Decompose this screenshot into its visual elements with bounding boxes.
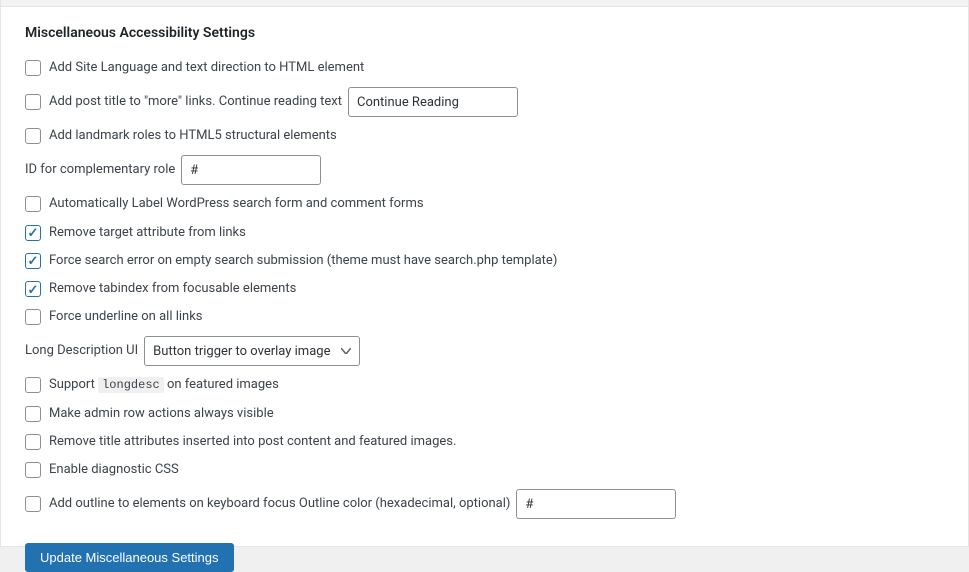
label-add-more[interactable]: Add post title to "more" links. Continue… (49, 93, 342, 111)
checkbox-landmark[interactable] (25, 128, 41, 144)
label-support-longdesc-pre: Support (49, 377, 98, 392)
checkbox-outline[interactable] (25, 496, 41, 512)
row-diag-css: Enable diagnostic CSS (25, 461, 944, 479)
row-underline: Force underline on all links (25, 308, 944, 326)
label-force-search[interactable]: Force search error on empty search submi… (49, 252, 557, 270)
row-force-search: Force search error on empty search submi… (25, 252, 944, 270)
label-rm-title[interactable]: Remove title attributes inserted into po… (49, 433, 456, 451)
label-landmark[interactable]: Add landmark roles to HTML5 structural e… (49, 127, 337, 145)
label-auto-label[interactable]: Automatically Label WordPress search for… (49, 195, 424, 213)
row-rm-tabindex: Remove tabindex from focusable elements (25, 280, 944, 298)
label-support-longdesc[interactable]: Support longdesc on featured images (49, 376, 279, 394)
checkbox-auto-label[interactable] (25, 196, 41, 212)
row-admin-row: Make admin row actions always visible (25, 405, 944, 423)
checkbox-rm-tabindex[interactable] (25, 281, 41, 297)
row-landmark: Add landmark roles to HTML5 structural e… (25, 127, 944, 145)
checkbox-rm-target[interactable] (25, 225, 41, 241)
submit-button[interactable]: Update Miscellaneous Settings (25, 543, 234, 572)
label-rm-target[interactable]: Remove target attribute from links (49, 224, 246, 242)
label-diag-css[interactable]: Enable diagnostic CSS (49, 461, 179, 479)
row-comp-role: ID for complementary role (25, 155, 944, 185)
checkbox-rm-title[interactable] (25, 434, 41, 450)
label-admin-row[interactable]: Make admin row actions always visible (49, 405, 274, 423)
row-outline: Add outline to elements on keyboard focu… (25, 489, 944, 519)
row-rm-title: Remove title attributes inserted into po… (25, 433, 944, 451)
input-continue-reading[interactable] (348, 87, 518, 117)
row-add-lang: Add Site Language and text direction to … (25, 59, 944, 77)
row-add-more: Add post title to "more" links. Continue… (25, 87, 944, 117)
panel-top-border (1, 0, 968, 7)
input-outline-color[interactable] (516, 489, 676, 519)
checkbox-force-search[interactable] (25, 253, 41, 269)
row-rm-target: Remove target attribute from links (25, 224, 944, 242)
label-add-lang[interactable]: Add Site Language and text direction to … (49, 59, 364, 77)
input-comp-role[interactable] (181, 155, 321, 185)
checkbox-admin-row[interactable] (25, 406, 41, 422)
checkbox-add-lang[interactable] (25, 60, 41, 76)
row-longdesc-ui: Long Description UI Button trigger to ov… (25, 336, 944, 366)
checkbox-add-more[interactable] (25, 94, 41, 110)
code-longdesc: longdesc (98, 377, 164, 393)
label-outline[interactable]: Add outline to elements on keyboard focu… (49, 495, 510, 513)
select-longdesc-ui[interactable]: Button trigger to overlay image (144, 336, 360, 366)
row-support-longdesc: Support longdesc on featured images (25, 376, 944, 394)
label-comp-role: ID for complementary role (25, 161, 175, 179)
label-rm-tabindex[interactable]: Remove tabindex from focusable elements (49, 280, 296, 298)
label-longdesc-ui: Long Description UI (25, 342, 138, 360)
row-auto-label: Automatically Label WordPress search for… (25, 195, 944, 213)
settings-panel: Miscellaneous Accessibility Settings Add… (0, 0, 969, 547)
panel-heading: Miscellaneous Accessibility Settings (25, 25, 944, 41)
checkbox-support-longdesc[interactable] (25, 377, 41, 393)
label-underline[interactable]: Force underline on all links (49, 308, 203, 326)
checkbox-diag-css[interactable] (25, 462, 41, 478)
checkbox-underline[interactable] (25, 309, 41, 325)
label-support-longdesc-post: on featured images (164, 377, 279, 392)
